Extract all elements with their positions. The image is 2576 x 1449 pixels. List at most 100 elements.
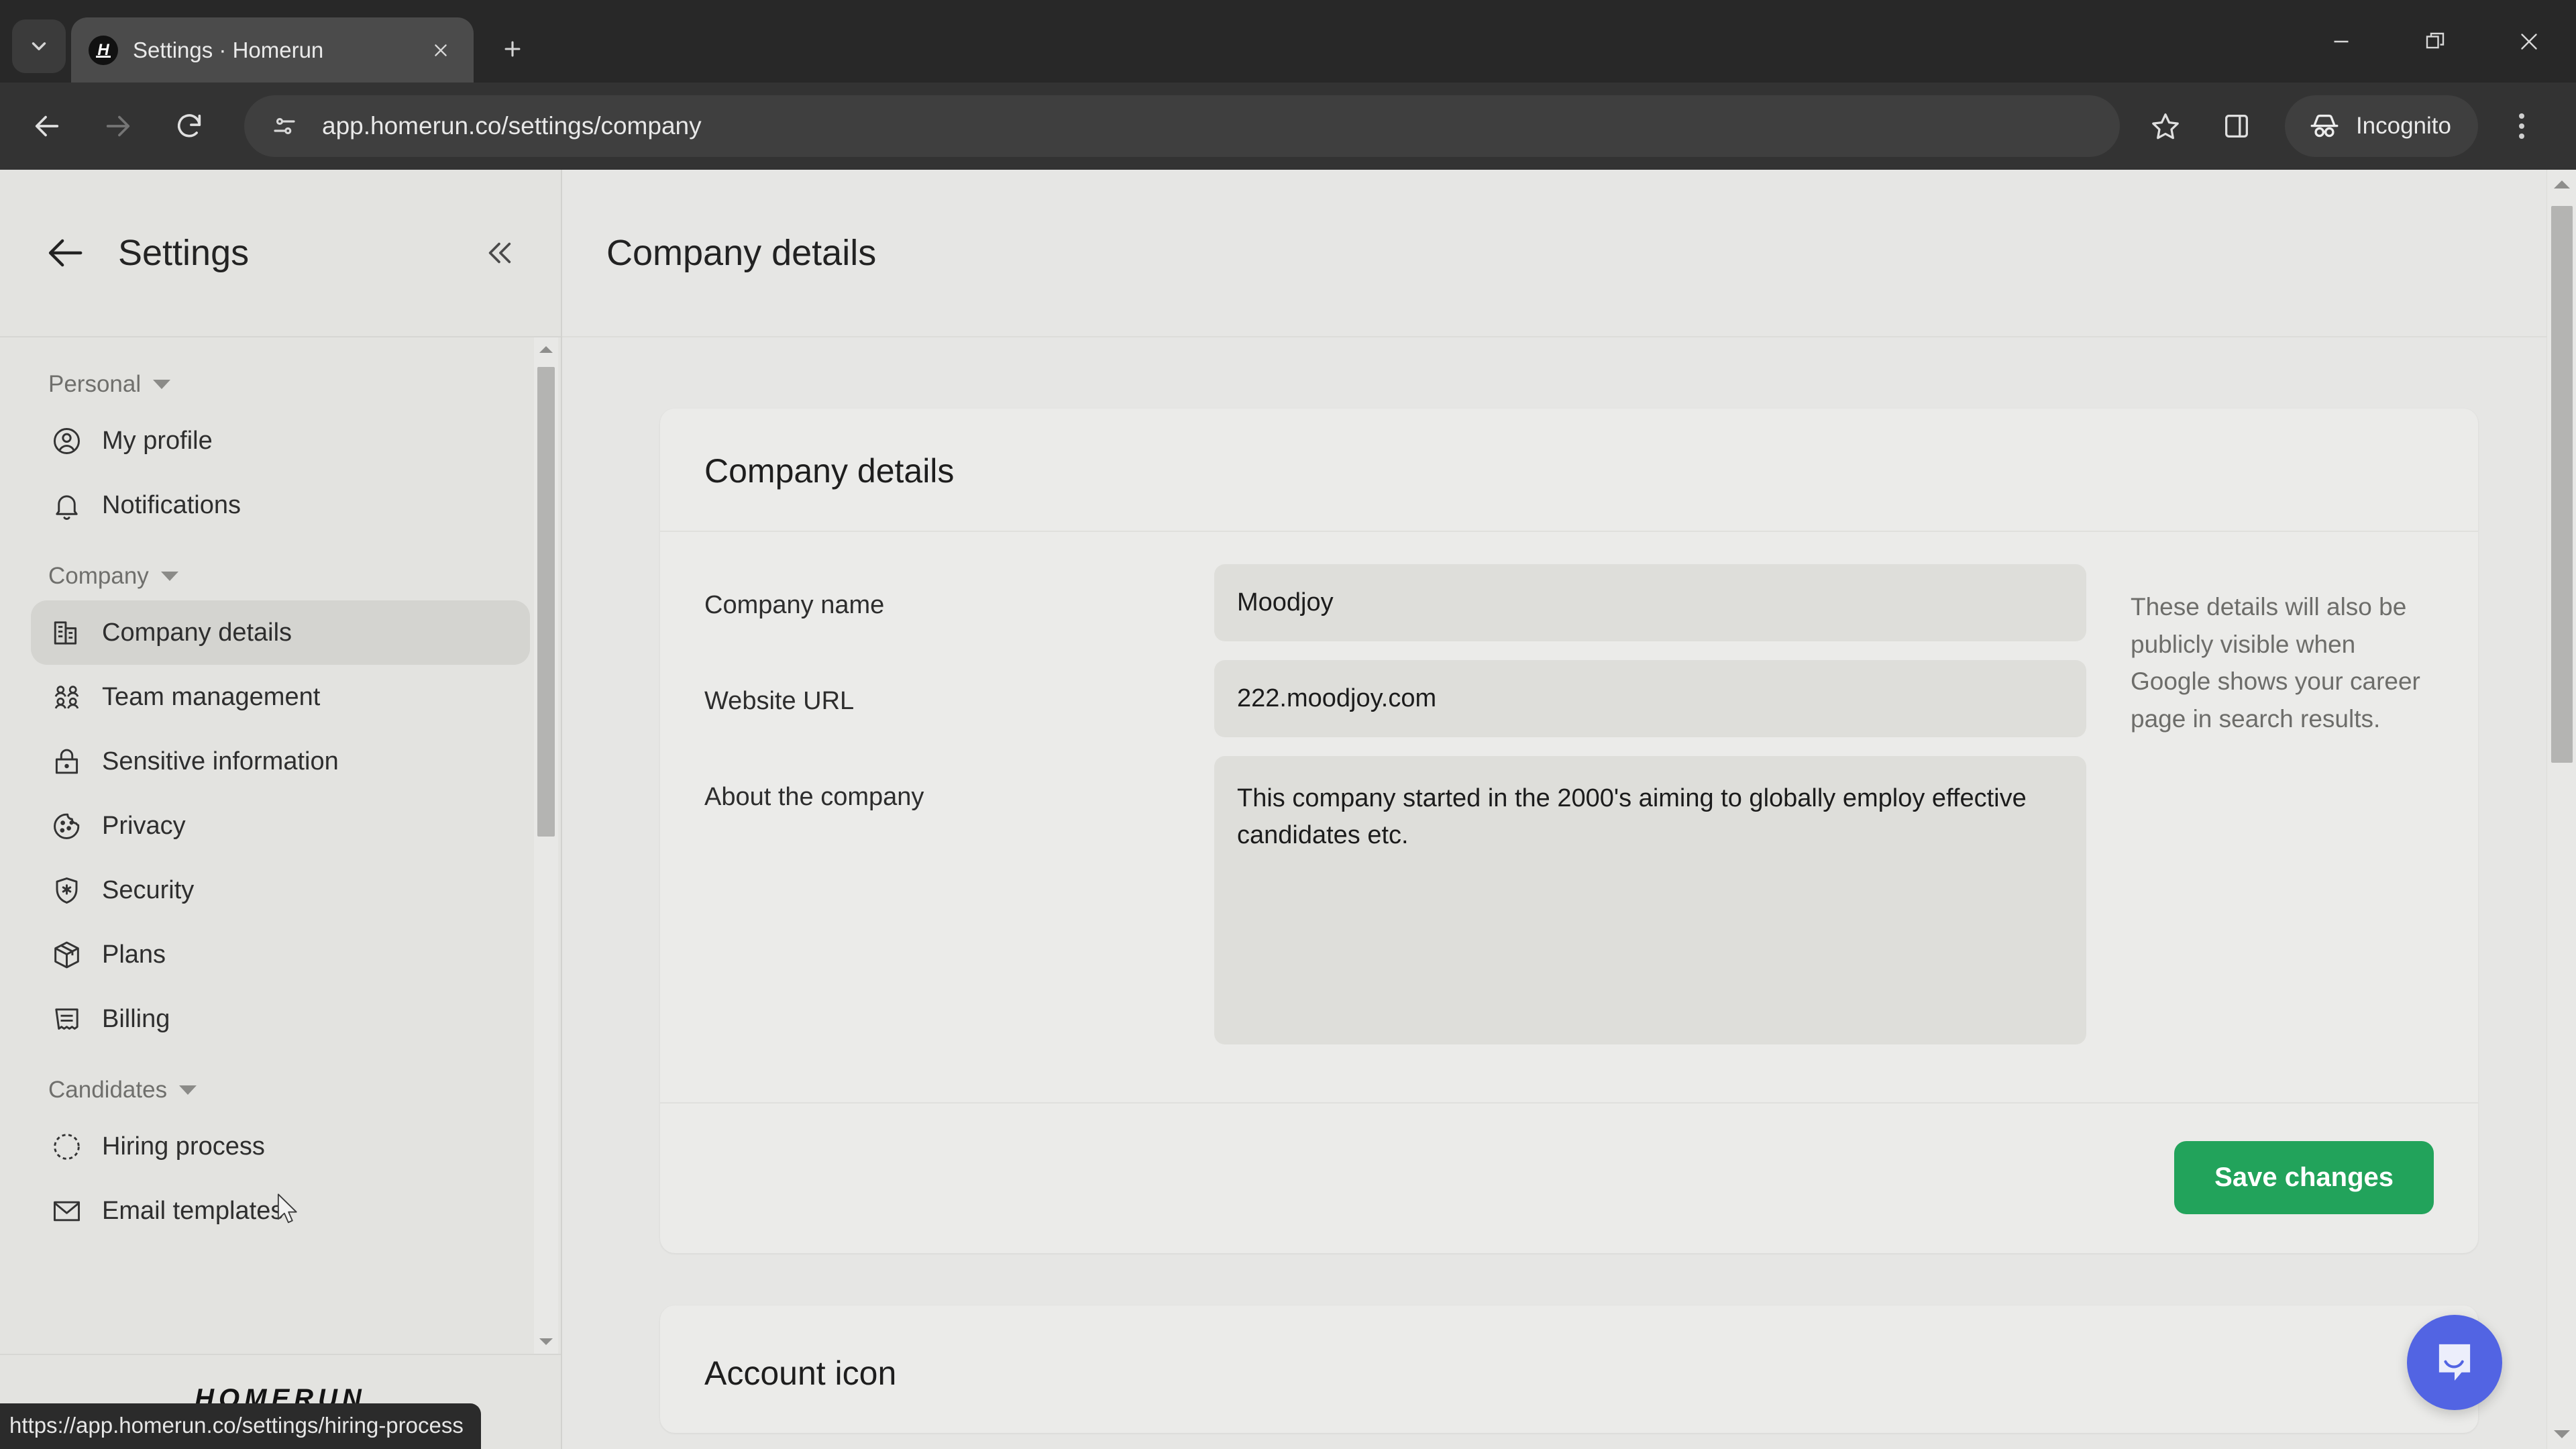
nav-group-label: Personal [48,371,142,397]
plus-icon [504,41,521,57]
sidebar-scrollbar-thumb[interactable] [537,367,555,837]
sidebar-item-label: Security [102,875,195,904]
sidebar-item-label: Company details [102,618,292,647]
card-body: Company name Website URL About the compa… [660,532,2478,1104]
browser-window: H Settings · Homerun app.homerun.co/sett… [0,0,2576,1449]
scroll-up-arrow-icon[interactable] [534,337,558,362]
nav-group-company[interactable]: Company [0,563,561,590]
box-icon [50,938,83,971]
new-tab-button[interactable] [488,25,537,73]
nav-group-personal[interactable]: Personal [0,371,561,398]
menu-dot [2519,123,2524,129]
intercom-chat-button[interactable] [2407,1315,2502,1410]
sidebar-item-security[interactable]: Security [31,858,530,922]
side-panel-button[interactable] [2204,94,2269,158]
envelope-icon [50,1194,83,1228]
restore-icon [2426,32,2445,48]
chat-bubble-icon [2438,1344,2471,1381]
page-scroll-down-arrow-icon[interactable] [2547,1419,2576,1449]
about-company-textarea[interactable] [1214,756,2086,1044]
page-title: Settings [118,233,250,273]
reload-icon [177,114,201,138]
side-note-text: These details will also be publicly visi… [2131,593,2420,733]
scroll-down-arrow-icon[interactable] [534,1330,558,1354]
website-url-input[interactable] [1214,660,2086,737]
sidebar-item-plans[interactable]: Plans [31,922,530,987]
chevron-down-icon [160,572,178,581]
minimize-button[interactable] [2294,0,2388,83]
side-panel-icon [2224,115,2248,138]
window-controls [2294,0,2576,83]
chevron-down-icon [153,380,171,389]
star-icon [2152,113,2179,140]
chevron-down-icon [32,42,46,50]
process-circle-icon [50,1130,83,1163]
save-changes-button[interactable]: Save changes [2174,1141,2434,1214]
card-footer: Save changes [660,1104,2478,1253]
sidebar-item-label: Billing [102,1004,170,1033]
cookie-icon [50,809,83,843]
sidebar-scrollbar[interactable] [534,337,558,1354]
form-fields: Company name Website URL About the compa… [704,564,2086,1063]
address-bar[interactable]: app.homerun.co/settings/company [244,95,2120,157]
minimize-icon [2334,40,2349,42]
incognito-indicator[interactable]: Incognito [2284,95,2478,157]
forward-button[interactable] [86,94,150,158]
close-window-button[interactable] [2482,0,2576,83]
building-icon [50,616,83,649]
bell-icon [50,488,83,522]
field-row-about-company: About the company [704,756,2086,1044]
close-icon [435,44,447,56]
sidebar-item-email-templates[interactable]: Email templates [31,1179,530,1243]
sidebar-item-my-profile[interactable]: My profile [31,409,530,473]
page-viewport: Settings Personal My profile Notificatio… [0,170,2576,1449]
browser-tab[interactable]: H Settings · Homerun [71,17,474,83]
tab-strip: H Settings · Homerun [0,0,2576,83]
reload-button[interactable] [157,94,221,158]
sidebar-item-privacy[interactable]: Privacy [31,794,530,858]
tune-icon [274,117,295,135]
sidebar-item-billing[interactable]: Billing [31,987,530,1051]
tab-title: Settings · Homerun [133,37,324,62]
site-settings-button[interactable] [264,106,305,146]
field-label: About the company [704,783,924,811]
company-name-input[interactable] [1214,564,2086,641]
maximize-button[interactable] [2388,0,2482,83]
nav-group-label: Company [48,563,149,589]
page-scroll-up-arrow-icon[interactable] [2547,170,2576,199]
sidebar-item-team-management[interactable]: Team management [31,665,530,729]
account-icon-card: Account icon [660,1305,2478,1433]
sidebar-item-hiring-process[interactable]: Hiring process [31,1114,530,1179]
sidebar-back-button[interactable] [43,231,87,275]
chrome-menu-button[interactable] [2491,94,2552,158]
back-button[interactable] [15,94,79,158]
nav-group-label: Candidates [48,1077,168,1103]
sidebar-item-label: Hiring process [102,1132,265,1161]
arrow-right-icon [106,115,130,137]
incognito-label: Incognito [2355,113,2451,139]
sidebar-item-company-details[interactable]: Company details [31,600,530,665]
field-label: Website URL [704,687,855,715]
bookmark-button[interactable] [2133,94,2198,158]
page-scrollbar-thumb[interactable] [2551,206,2573,763]
settings-sidebar: Settings Personal My profile Notificatio… [0,170,562,1449]
nav-group-candidates[interactable]: Candidates [0,1077,561,1104]
sidebar-item-label: Team management [102,682,321,711]
sidebar-item-sensitive-information[interactable]: Sensitive information [31,729,530,794]
sidebar-header: Settings [0,170,561,337]
field-row-website-url: Website URL [704,660,2086,737]
url-text: app.homerun.co/settings/company [322,112,702,140]
arrow-left-icon [48,239,83,267]
sidebar-item-notifications[interactable]: Notifications [31,473,530,537]
collapse-sidebar-button[interactable] [478,231,521,274]
close-tab-button[interactable] [425,35,456,66]
incognito-icon [2310,114,2339,138]
homerun-favicon: H [89,35,118,65]
close-icon [2521,33,2537,50]
tab-search-button[interactable] [12,19,66,73]
sidebar-item-label: My profile [102,426,213,455]
chevrons-left-icon [488,242,511,264]
card-header: Company details [660,409,2478,532]
page-scrollbar[interactable] [2546,170,2576,1449]
chevron-down-icon [179,1085,197,1095]
